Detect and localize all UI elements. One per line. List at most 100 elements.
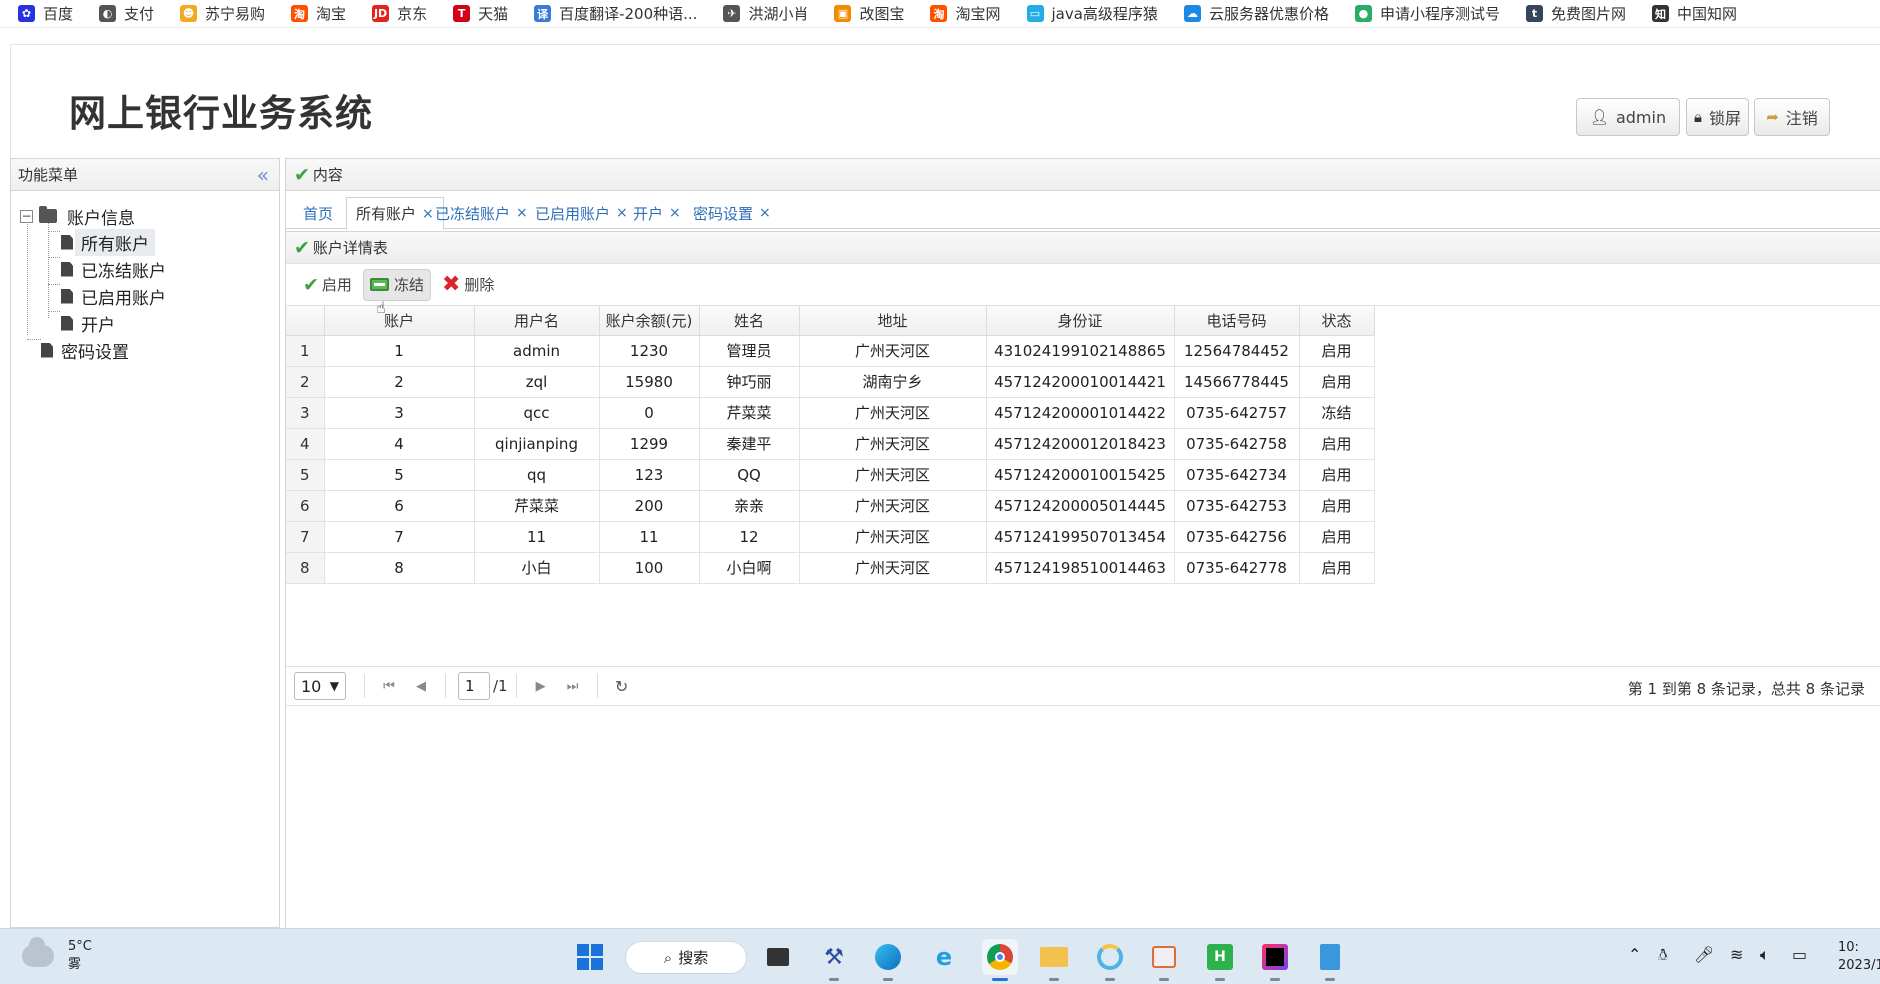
collapse-toggle-icon[interactable]: − [20, 209, 33, 223]
tree-node-frozen-accounts[interactable]: 已冻结账户 [61, 256, 172, 282]
page-size-select[interactable]: 10 ▼ [294, 672, 346, 700]
tab-4[interactable]: 开户 × [624, 197, 690, 229]
system-clock[interactable]: 10: 2023/1 [1838, 939, 1880, 975]
prev-page-button[interactable]: ◀ [409, 672, 433, 700]
column-header[interactable]: 账户余额(元) [599, 306, 700, 336]
bookmark-item[interactable]: T 天猫 [453, 3, 508, 24]
bookmark-item[interactable]: ▭ java高级程序猿 [1026, 3, 1158, 24]
microphone-icon[interactable]: 🎤︎ [1694, 945, 1714, 964]
column-header[interactable]: 姓名 [699, 306, 800, 336]
tree-node-all-accounts[interactable]: 所有账户 [61, 228, 155, 256]
last-page-button[interactable]: ⏭ [561, 672, 585, 700]
collapse-icon[interactable]: « [257, 163, 269, 187]
first-page-button[interactable]: ⏮ [377, 672, 401, 700]
tree-node-account-info[interactable]: − 账户信息 [20, 203, 141, 229]
close-icon[interactable]: × [669, 205, 681, 221]
taskbar-app-edge[interactable] [870, 939, 906, 981]
bookmark-label: 洪湖小肖 [748, 5, 809, 23]
column-header[interactable]: 状态 [1299, 306, 1375, 336]
taskbar-app-browser2[interactable] [1092, 939, 1128, 981]
table-row[interactable]: 2 2 zql 15980 钟巧丽 湖南宁乡 457124200010014421 14566… [286, 366, 1375, 398]
bookmark-item[interactable]: ☻ 苏宁易购 [180, 3, 265, 24]
taskbar-app-ie[interactable]: e [926, 939, 962, 975]
bookmark-item[interactable]: ● 申请小程序测试号 [1354, 3, 1500, 24]
bookmark-item[interactable]: ✿ 百度 [18, 3, 73, 24]
tumblr-icon: t [1525, 5, 1543, 22]
taskbar-app-powerpoint[interactable] [1146, 939, 1182, 981]
refresh-button[interactable]: ↻ [610, 672, 634, 700]
tab-2[interactable]: 已冻结账户 × [426, 197, 537, 229]
column-header[interactable]: 电话号码 [1174, 306, 1300, 336]
next-page-button[interactable]: ▶ [529, 672, 553, 700]
taskbar-app-tool[interactable]: ⚒ [816, 939, 852, 981]
bookmark-item[interactable]: 知中国知网 [1651, 3, 1737, 24]
column-header[interactable]: 账户 [324, 306, 475, 336]
qq-icon[interactable]: 🐧︎ [1658, 945, 1668, 967]
wifi-icon[interactable]: ≋ [1730, 945, 1743, 964]
bookmark-item[interactable]: ☁ 云服务器优惠价格 [1183, 3, 1329, 24]
taskbar-app-chrome[interactable] [982, 939, 1018, 981]
task-view-button[interactable] [760, 939, 796, 975]
column-header[interactable]: 地址 [799, 306, 987, 336]
taskbar-app-notepad[interactable] [1312, 939, 1348, 981]
freeze-button[interactable]: 冻结 [362, 268, 431, 301]
logout-button[interactable]: ➦ 注销 [1754, 98, 1830, 136]
weather-widget[interactable]: 5°C 雾 [22, 937, 92, 974]
taskbar-app-hbuilder[interactable]: H [1202, 939, 1238, 981]
grid-header: ✔ 账户详情表 [286, 232, 1880, 264]
table-cell: 小白啊 [699, 552, 800, 584]
user-button[interactable]: 👤︎ admin [1576, 98, 1680, 136]
tab-label: 所有账户 [356, 205, 417, 223]
tab-3[interactable]: 已启用账户 × [526, 197, 637, 229]
bookmark-item[interactable]: ▣ 改图宝 [834, 3, 904, 24]
bookmark-item[interactable]: JD 京东 [372, 3, 427, 24]
start-button[interactable] [572, 939, 608, 975]
bookmark-item[interactable]: ◐ 支付 [99, 3, 154, 24]
table-row[interactable]: 3 3 qcc 0 芹菜菜 广州天河区 457124200001014422 0735-642… [286, 397, 1375, 429]
bookmark-item[interactable]: t 免费图片网 [1525, 3, 1626, 24]
tree-node-password-settings[interactable]: 密码设置 [41, 337, 135, 363]
table-cell: 3 [324, 397, 475, 429]
close-icon[interactable]: × [759, 205, 771, 221]
pager-separator [515, 674, 517, 698]
tool-app-icon: ⚒ [824, 944, 844, 970]
accounts-table: 账户 用户名 账户余额(元) 姓名 地址 身份证 电话号码 状态 1 1 admin 1230 管理员… [286, 306, 1375, 584]
screen: ✿ 百度 ◐ 支付 ☻ 苏宁易购 淘淘宝 JD 京东 T 天猫 译百度翻译-200种语... ✈ 洪湖小肖… [0, 0, 1880, 984]
table-row[interactable]: 6 6 芹菜菜 200 亲亲 广州天河区 457124200005014445 0735-64… [286, 490, 1375, 522]
taobao-icon: 淘 [291, 5, 309, 22]
tab-5[interactable]: 密码设置 × [684, 197, 780, 229]
taskbar-app-intellij[interactable] [1257, 939, 1293, 981]
table-row[interactable]: 1 1 admin 1230 管理员 广州天河区 431024199102148865 125… [286, 335, 1375, 367]
lock-screen-button[interactable]: 🔒︎ 锁屏 [1686, 98, 1749, 136]
taskbar-search[interactable]: ⌕ 搜索 [625, 941, 747, 974]
table-cell: 广州天河区 [799, 335, 987, 367]
table-cell: 457124200010014421 [986, 366, 1175, 398]
column-header[interactable]: 用户名 [474, 306, 600, 336]
bookmark-item[interactable]: 淘淘宝网 [930, 3, 1001, 24]
tree-node-open-account[interactable]: 开户 [61, 310, 121, 336]
bookmark-label: java高级程序猿 [1051, 5, 1158, 23]
speaker-icon[interactable]: 🔈︎ [1760, 945, 1770, 965]
table-cell: 0735-642756 [1174, 521, 1300, 553]
enable-button[interactable]: ✔ 启用 [296, 269, 359, 301]
table-row[interactable]: 5 5 qq 123 QQ 广州天河区 457124200010015425 0735-642… [286, 459, 1375, 491]
tree-line [48, 284, 60, 285]
table-row[interactable]: 8 8 小白 100 小白啊 广州天河区 457124198510014463 0735-64… [286, 552, 1375, 584]
table-cell: 431024199102148865 [986, 335, 1175, 367]
battery-icon[interactable]: ▭ [1792, 945, 1807, 964]
table-row[interactable]: 7 7 11 11 12 广州天河区 457124199507013454 0735-6427… [286, 521, 1375, 553]
table-header-row: 账户 用户名 账户余额(元) 姓名 地址 身份证 电话号码 状态 [286, 306, 1375, 336]
bookmark-item[interactable]: 译百度翻译-200种语... [534, 3, 697, 24]
delete-button[interactable]: ✖ 删除 [435, 269, 501, 301]
tree-node-enabled-accounts[interactable]: 已启用账户 [61, 283, 172, 309]
table-cell: 冻结 [1299, 397, 1375, 429]
content-header: ✔ 内容 [286, 159, 1880, 191]
tab-0[interactable]: 首页 [294, 197, 342, 229]
taskbar-app-explorer[interactable] [1036, 939, 1072, 981]
bookmark-item[interactable]: ✈ 洪湖小肖 [723, 3, 808, 24]
column-header[interactable]: 身份证 [986, 306, 1175, 336]
show-hidden-icons[interactable]: ⌃ [1628, 945, 1641, 964]
bookmark-item[interactable]: 淘淘宝 [291, 3, 346, 24]
table-row[interactable]: 4 4 qinjianping 1299 秦建平 广州天河区 457124200012018… [286, 428, 1375, 460]
page-number-input[interactable]: 1 [458, 672, 490, 700]
